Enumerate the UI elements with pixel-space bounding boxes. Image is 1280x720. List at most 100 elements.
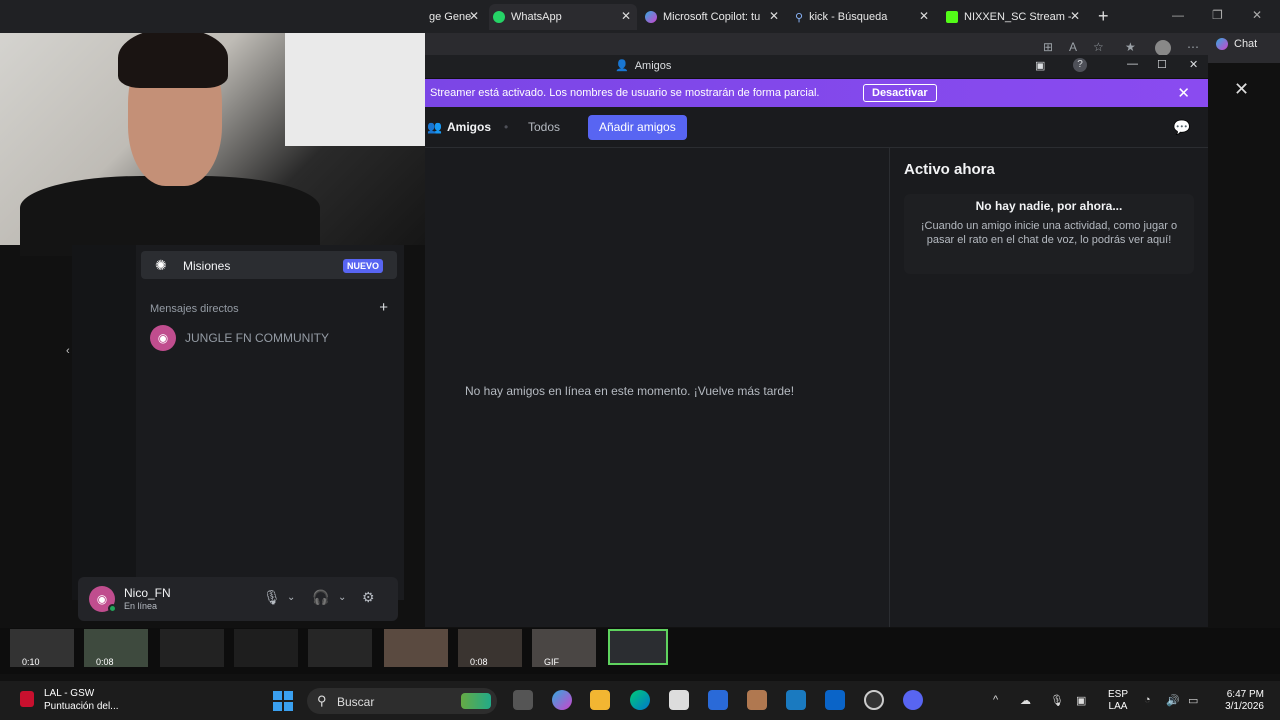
store-icon[interactable] — [669, 690, 689, 710]
maximize-icon[interactable]: ❐ — [1212, 8, 1223, 22]
missions-label: Misiones — [183, 259, 231, 273]
active-now-title: Activo ahora — [904, 161, 995, 178]
media-thumbnail-strip: 0:10 0:08 0:08 GIF — [0, 628, 1280, 674]
time: 6:47 PM — [1226, 689, 1264, 700]
clock[interactable]: 6:47 PM 3/1/2026 — [1218, 689, 1264, 713]
media-duration: 0:08 — [470, 657, 488, 667]
browser-tab-copilot[interactable]: Microsoft Copilot: tu ✕ — [641, 4, 785, 30]
battery-icon[interactable]: ▭ — [1188, 694, 1198, 707]
news-widget[interactable]: LAL - GSW Puntuación del... — [44, 687, 119, 713]
read-aloud-icon[interactable]: A — [1069, 40, 1077, 54]
wifi-icon[interactable]: ◔ — [1144, 694, 1151, 706]
taskbar-search[interactable]: ⚲ Buscar — [307, 688, 497, 714]
close-icon[interactable]: ✕ — [1189, 58, 1198, 71]
edge-icon[interactable] — [630, 690, 650, 710]
app-icon[interactable] — [786, 690, 806, 710]
media-thumbnail[interactable] — [384, 629, 448, 667]
media-thumbnail[interactable] — [308, 629, 372, 667]
microphone-icon[interactable]: 🎙 — [1050, 694, 1064, 707]
apps-icon[interactable]: ⊞ — [1043, 40, 1053, 54]
more-icon[interactable]: ⋯ — [1187, 40, 1199, 54]
dm-item[interactable]: ◉ JUNGLE FN COMMUNITY — [150, 325, 390, 351]
chevron-up-icon[interactable]: ^ — [993, 694, 998, 706]
media-thumbnail[interactable]: GIF — [532, 629, 596, 667]
widget-subtitle: Puntuación del... — [44, 701, 119, 712]
user-panel: ◉ Nico_FN En línea 🎙 ⌄ 🎧 ⌄ ⚙ — [78, 577, 398, 621]
search-icon: ⚲ — [317, 693, 327, 708]
streamer-mode-banner: Streamer está activado. Los nombres de u… — [425, 79, 1208, 107]
maximize-icon[interactable]: ☐ — [1157, 58, 1167, 71]
nav-separator: • — [504, 120, 509, 134]
new-badge: NUEVO — [342, 259, 383, 273]
profile-avatar[interactable] — [1155, 40, 1171, 56]
app-icon[interactable] — [747, 690, 767, 710]
onedrive-icon[interactable]: ☁ — [1020, 694, 1031, 707]
title-text: Amigos — [634, 59, 672, 72]
discord-icon[interactable] — [903, 690, 923, 710]
start-button[interactable] — [273, 691, 293, 711]
chevron-down-icon[interactable]: ⌄ — [338, 592, 346, 603]
media-thumbnail-selected[interactable] — [608, 629, 668, 665]
close-window-icon[interactable]: ✕ — [1252, 8, 1262, 22]
tab-all[interactable]: Todos — [528, 120, 560, 134]
friends-panel: 👥 Amigos • Todos Añadir amigos 💬 No hay … — [425, 107, 1208, 627]
browser-tab-1[interactable]: ge Gene ✕ — [425, 4, 485, 30]
dm-header: Mensajes directos — [150, 303, 239, 315]
task-view-icon[interactable] — [513, 690, 533, 710]
windows-logo-tile — [284, 691, 293, 700]
minimize-icon[interactable]: — — [1172, 8, 1184, 22]
chevron-down-icon[interactable]: ⌄ — [287, 592, 295, 603]
add-friends-button[interactable]: Añadir amigos — [588, 115, 687, 140]
browser-tab-whatsapp[interactable]: WhatsApp ✕ — [489, 4, 637, 30]
obs-icon[interactable] — [864, 690, 884, 710]
disable-streamer-button[interactable]: Desactivar — [863, 84, 937, 102]
favorites-icon[interactable]: ★ — [1125, 40, 1136, 54]
browser-tab-kick-search[interactable]: ⚲ kick - Búsqueda ✕ — [791, 4, 935, 30]
copilot-icon[interactable] — [552, 690, 572, 710]
microphone-icon[interactable]: 🎙 — [263, 589, 281, 606]
inbox-icon[interactable]: ▣ — [1035, 59, 1045, 72]
settings-icon[interactable]: ⚙ — [362, 589, 375, 606]
browser-tab-kick-stream[interactable]: NIXXEN_SC Stream - ✕ — [942, 4, 1086, 30]
friends-icon: 👤 — [615, 60, 629, 72]
media-thumbnail[interactable]: 0:10 — [10, 629, 74, 667]
keyboard-layout: LAA — [1108, 701, 1128, 712]
media-thumbnail[interactable] — [160, 629, 224, 667]
media-thumbnail[interactable]: 0:08 — [84, 629, 148, 667]
app-icon[interactable] — [708, 690, 728, 710]
app-tray-icon[interactable]: ▣ — [1076, 694, 1086, 707]
copilot-chat-button[interactable]: Chat — [1216, 38, 1257, 50]
language-indicator[interactable]: ESP LAA — [1108, 689, 1128, 713]
close-icon[interactable]: ✕ — [1177, 84, 1190, 102]
chevron-left-icon[interactable]: ‹ — [66, 345, 70, 357]
outlook-icon[interactable] — [825, 690, 845, 710]
media-duration: 0:10 — [22, 657, 40, 667]
date: 3/1/2026 — [1225, 701, 1264, 712]
close-icon[interactable]: ✕ — [919, 9, 929, 23]
media-thumbnail[interactable] — [234, 629, 298, 667]
missions-item[interactable]: ✺ Misiones NUEVO — [141, 251, 397, 279]
friends-icon: 👥 — [427, 120, 442, 134]
close-icon[interactable]: ✕ — [769, 9, 779, 23]
close-overlay-icon[interactable]: ✕ — [1234, 79, 1249, 100]
media-duration: 0:08 — [96, 657, 114, 667]
search-icon: ⚲ — [795, 11, 804, 24]
favorite-star-icon[interactable]: ☆ — [1093, 40, 1104, 54]
volume-icon[interactable]: 🔊 — [1166, 694, 1180, 707]
browser-tab-strip: ge Gene ✕ WhatsApp ✕ Microsoft Copilot: … — [0, 0, 1280, 33]
new-tab-button[interactable]: + — [1098, 6, 1109, 27]
new-group-dm-icon[interactable]: 💬 — [1173, 119, 1190, 136]
media-thumbnail[interactable]: 0:08 — [458, 629, 522, 667]
headphones-icon[interactable]: 🎧 — [312, 589, 329, 606]
add-dm-icon[interactable]: + — [379, 299, 388, 316]
tab-friends[interactable]: Amigos — [447, 120, 491, 134]
help-icon[interactable]: ? — [1073, 58, 1087, 72]
minimize-icon[interactable]: — — [1127, 58, 1138, 70]
close-icon[interactable]: ✕ — [621, 9, 631, 23]
taskbar: LAL - GSW Puntuación del... ⚲ Buscar ^ ☁… — [0, 681, 1280, 720]
close-icon[interactable]: ✕ — [1070, 9, 1080, 23]
close-icon[interactable]: ✕ — [469, 9, 479, 23]
dm-item-name: JUNGLE FN COMMUNITY — [185, 331, 329, 345]
file-explorer-icon[interactable] — [590, 690, 610, 710]
banner-message: Streamer está activado. Los nombres de u… — [430, 87, 820, 99]
